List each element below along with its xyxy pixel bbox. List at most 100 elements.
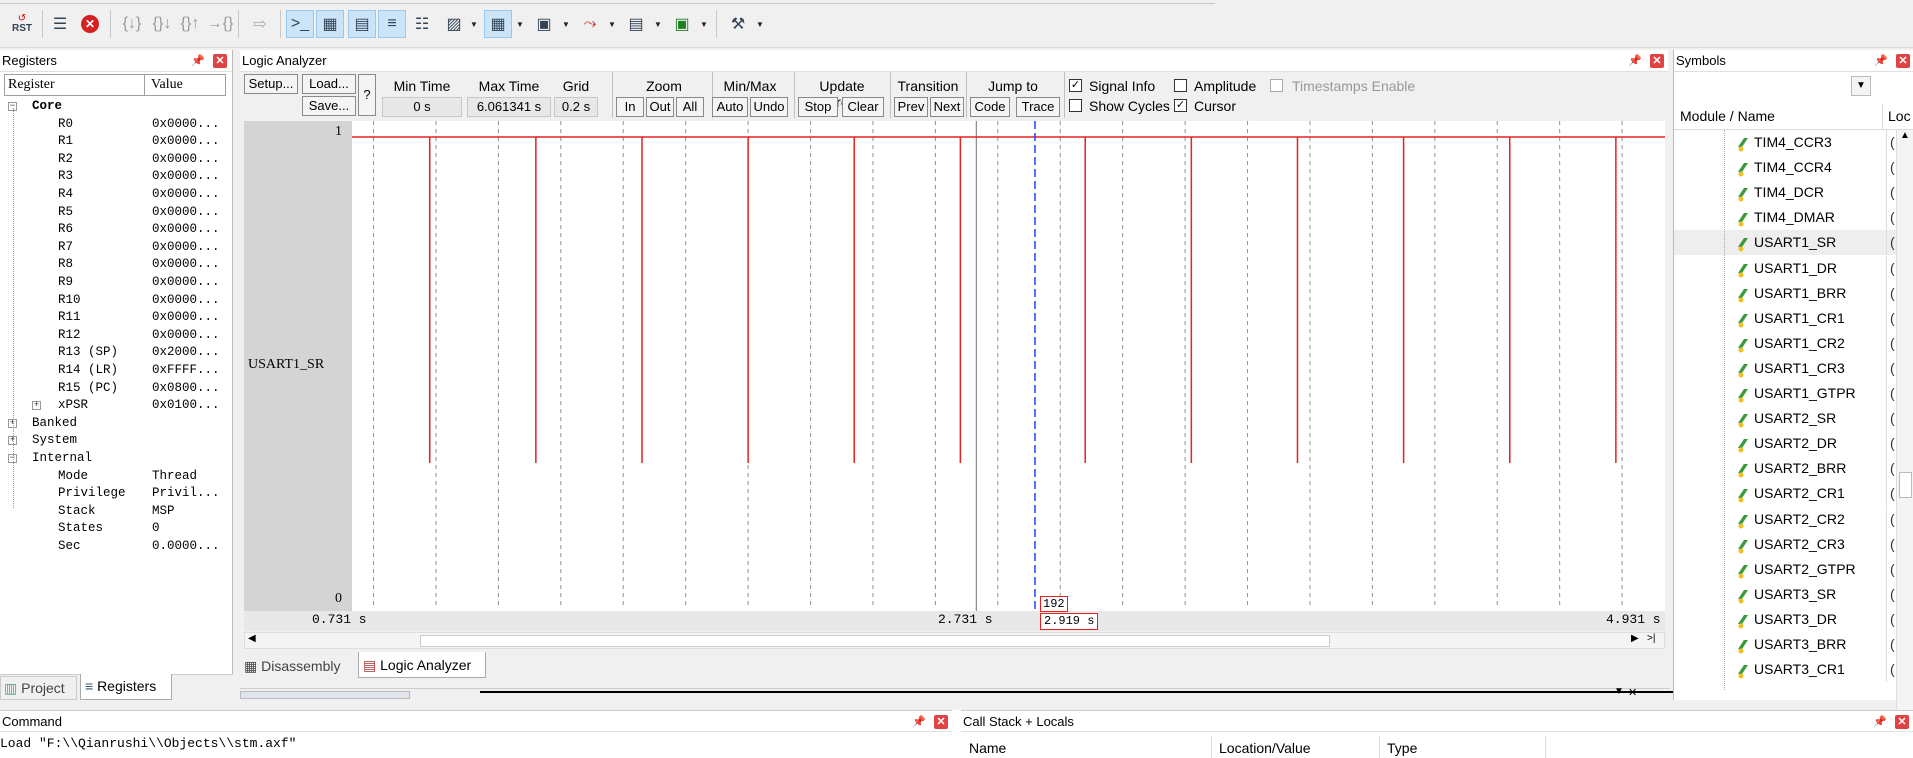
symbol-row[interactable]: USART3_CR1 ( [1674, 657, 1896, 683]
internal-row[interactable]: States 0 [0, 520, 232, 538]
symbol-row[interactable]: USART2_SR ( [1674, 406, 1896, 432]
col-location-value[interactable]: Location/Value [1219, 740, 1311, 756]
jump-trace-button[interactable]: Trace [1016, 97, 1060, 117]
pin-icon[interactable]: 📌 [191, 54, 205, 68]
step-over-icon[interactable]: {}↓ [148, 10, 176, 38]
tree-node-core[interactable]: − Core [0, 98, 232, 116]
register-value[interactable]: 0x0100... [152, 397, 220, 415]
col-type[interactable]: Type [1387, 740, 1417, 756]
symbol-row[interactable]: USART1_CR1 ( [1674, 305, 1896, 331]
show-cycles-checkbox[interactable] [1069, 99, 1082, 112]
transition-next-button[interactable]: Next [930, 97, 964, 117]
internal-row[interactable]: Sec 0.0000... [0, 538, 232, 556]
tab-registers[interactable]: ≡ Registers [80, 674, 172, 700]
internal-row[interactable]: Privilege Privil... [0, 485, 232, 503]
expand-icon[interactable]: + [32, 401, 41, 411]
symbol-row[interactable]: USART2_CR3 ( [1674, 531, 1896, 557]
document-tab[interactable] [240, 691, 410, 699]
load-button[interactable]: Load... [302, 74, 356, 94]
tab-project[interactable]: ▥ Project [0, 676, 77, 700]
tree-node-banked[interactable]: + Banked [0, 415, 232, 433]
close-icon[interactable]: ✕ [213, 54, 227, 68]
register-row[interactable]: R15 (PC) 0x0800... [0, 380, 232, 398]
register-row[interactable]: R13 (SP) 0x2000... [0, 344, 232, 362]
symbol-row[interactable]: TIM4_CCR4 ( [1674, 155, 1896, 181]
horizontal-scrollbar[interactable]: ◀ ▶ >| [244, 632, 1665, 649]
scrollbar-thumb[interactable] [1899, 472, 1912, 498]
step-icon[interactable]: {↓} [118, 10, 146, 38]
watch-windows-icon[interactable]: ▨ [440, 10, 468, 38]
symbol-row[interactable]: USART2_GTPR ( [1674, 556, 1896, 582]
reset-cpu-icon[interactable]: ↺ RST [6, 10, 38, 38]
toolbox-icon[interactable]: ⚒ [724, 10, 752, 38]
chevron-down-icon[interactable]: ▼ [470, 20, 478, 29]
waveform-plot[interactable] [352, 121, 1665, 611]
trace-windows-icon[interactable]: ▤ [622, 10, 650, 38]
help-button[interactable]: ? [358, 74, 376, 116]
col-name[interactable]: Name [969, 740, 1006, 756]
symbol-row[interactable]: USART2_DR ( [1674, 431, 1896, 457]
symbol-row[interactable]: USART3_BRR ( [1674, 632, 1896, 657]
symbol-row[interactable]: TIM4_DCR ( [1674, 180, 1896, 206]
symbol-row[interactable]: USART1_CR3 ( [1674, 355, 1896, 381]
debug-window-icon[interactable]: ☰ [46, 10, 74, 38]
symbol-row[interactable]: USART3_SR ( [1674, 581, 1896, 607]
memory-windows-icon[interactable]: ▦ [484, 10, 512, 38]
symbols-window-icon[interactable]: ▤ [348, 10, 376, 38]
chevron-down-icon[interactable]: ▼ [562, 20, 570, 29]
symbol-row[interactable]: TIM4_DMAR ( [1674, 205, 1896, 231]
registers-window-icon[interactable]: ≡ [378, 10, 406, 38]
disassembly-window-icon[interactable]: ▦ [316, 10, 344, 38]
symbols-dropdown-chevron-icon[interactable]: ▼ [1851, 76, 1871, 96]
transition-prev-button[interactable]: Prev [894, 97, 928, 117]
jump-code-button[interactable]: Code [970, 97, 1010, 117]
minmax-auto-button[interactable]: Auto [712, 97, 748, 117]
close-icon[interactable]: ✕ [1628, 686, 1637, 699]
zoom-in-button[interactable]: In [616, 97, 644, 117]
register-row[interactable]: R11 0x0000... [0, 309, 232, 327]
register-value[interactable]: 0x0000... [152, 274, 220, 292]
symbol-row[interactable]: USART2_BRR ( [1674, 456, 1896, 482]
internal-row[interactable]: Stack MSP [0, 503, 232, 521]
register-row[interactable]: R1 0x0000... [0, 133, 232, 151]
register-row[interactable]: R2 0x0000... [0, 151, 232, 169]
symbol-row[interactable]: USART1_BRR ( [1674, 280, 1896, 306]
chevron-down-icon[interactable]: ▼ [516, 20, 524, 29]
register-value[interactable]: 0.0000... [152, 538, 220, 556]
internal-row[interactable]: Mode Thread [0, 468, 232, 486]
register-value[interactable]: 0x0000... [152, 204, 220, 222]
tab-logic-analyzer[interactable]: ▤ Logic Analyzer [358, 652, 486, 678]
symbol-row[interactable]: USART1_CR2 ( [1674, 330, 1896, 356]
chevron-down-icon[interactable]: ▼ [756, 20, 764, 29]
tree-node-internal[interactable]: − Internal [0, 450, 232, 468]
register-row[interactable]: R10 0x0000... [0, 292, 232, 310]
register-value[interactable]: MSP [152, 503, 175, 521]
register-value[interactable]: 0 [152, 520, 160, 538]
signal-info-checkbox[interactable]: ✓ [1069, 79, 1082, 92]
pin-icon[interactable]: 📌 [1628, 54, 1642, 68]
register-value[interactable]: 0x0800... [152, 380, 220, 398]
register-value[interactable]: 0x0000... [152, 256, 220, 274]
register-row[interactable]: R0 0x0000... [0, 116, 232, 134]
scrollbar-thumb[interactable] [420, 635, 1330, 647]
symbol-row[interactable]: USART1_GTPR ( [1674, 381, 1896, 406]
register-value[interactable]: 0x0000... [152, 168, 220, 186]
symbol-row[interactable]: USART1_SR ( [1674, 230, 1896, 256]
register-value[interactable]: 0x0000... [152, 221, 220, 239]
register-value[interactable]: Privil... [152, 485, 220, 503]
update-clear-button[interactable]: Clear [842, 97, 884, 117]
col-module-name[interactable]: Module / Name [1680, 108, 1775, 124]
register-value[interactable]: 0x0000... [152, 133, 220, 151]
scroll-right-icon[interactable]: ▶ [1631, 633, 1639, 644]
tree-node-system[interactable]: + System [0, 432, 232, 450]
register-row[interactable]: R6 0x0000... [0, 221, 232, 239]
register-value[interactable]: 0x0000... [152, 151, 220, 169]
amplitude-checkbox[interactable] [1174, 79, 1187, 92]
register-value[interactable]: 0x0000... [152, 239, 220, 257]
register-value[interactable]: 0x0000... [152, 309, 220, 327]
pin-icon[interactable]: 📌 [1874, 54, 1888, 68]
register-value[interactable]: 0x0000... [152, 292, 220, 310]
scroll-up-icon[interactable]: ▲ [1900, 130, 1910, 141]
close-icon[interactable]: ✕ [1650, 54, 1664, 68]
save-button[interactable]: Save... [302, 96, 356, 116]
